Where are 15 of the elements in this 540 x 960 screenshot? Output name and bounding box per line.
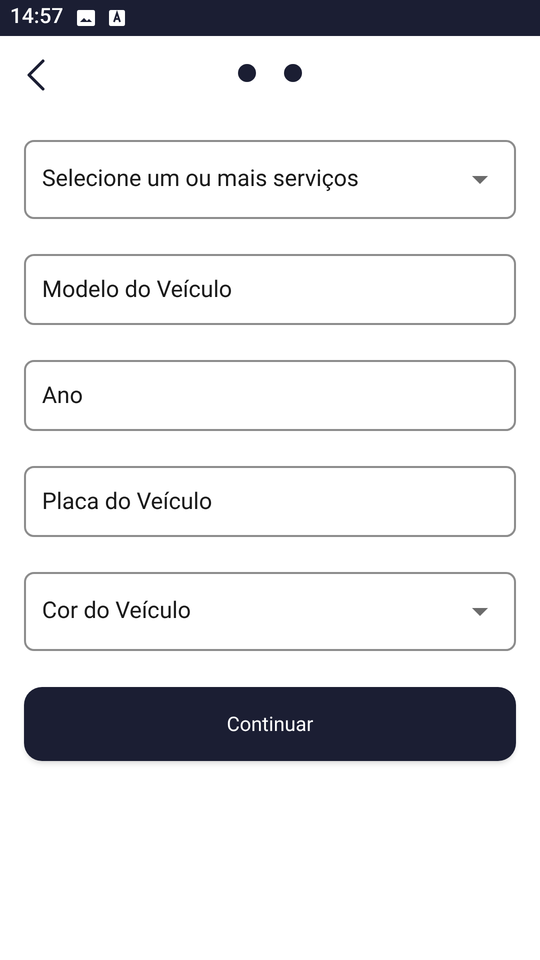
continue-button[interactable]: Continuar — [24, 687, 516, 761]
image-icon — [77, 10, 96, 26]
input-field[interactable]: Placa do Veículo — [24, 466, 516, 537]
dropdown-placeholder: Cor do Veículo — [42, 596, 191, 626]
letter-icon — [109, 10, 126, 26]
dropdown-field[interactable]: Cor do Veículo — [24, 572, 516, 651]
status-time: 14:57 — [10, 4, 64, 32]
input-field[interactable]: Ano — [24, 360, 516, 431]
input-field[interactable]: Modelo do Veículo — [24, 254, 516, 325]
back-icon[interactable] — [26, 59, 46, 91]
dropdown-field[interactable]: Selecione um ou mais serviços — [24, 140, 516, 219]
dropdown-placeholder: Selecione um ou mais serviços — [42, 164, 359, 194]
dropdown-caret-icon — [472, 176, 488, 184]
dropdown-caret-icon — [472, 608, 488, 616]
step-dots-icon — [238, 64, 302, 82]
